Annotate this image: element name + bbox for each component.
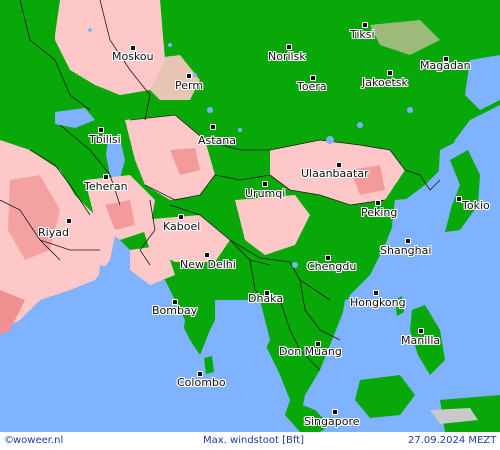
city-label-moskou: Moskou bbox=[112, 50, 154, 63]
brand-link[interactable]: woweer.nl bbox=[13, 435, 63, 446]
city-marker-astana bbox=[210, 124, 216, 130]
city-label-peking: Peking bbox=[361, 206, 398, 219]
city-label-shanghai: Shanghai bbox=[380, 244, 432, 257]
city-label-colombo: Colombo bbox=[177, 376, 226, 389]
city-label-norilsk: Norilsk bbox=[268, 50, 306, 63]
city-label-jakoetsk: Jakoetsk bbox=[362, 76, 408, 89]
city-label-chengdu: Chengdu bbox=[307, 260, 357, 273]
city-label-magadan: Magadan bbox=[420, 59, 471, 72]
city-label-toera: Toera bbox=[297, 80, 327, 93]
city-label-teheran: Teheran bbox=[84, 180, 128, 193]
map-footer: © woweer.nl Max. windstoot [Bft] 27.09.2… bbox=[0, 432, 500, 450]
city-label-bombay: Bombay bbox=[152, 304, 198, 317]
map-date: 27.09.2024 MEZT bbox=[408, 435, 497, 446]
city-label-urumqi: Urumqi bbox=[245, 187, 286, 200]
map-title: Max. windstoot [Bft] bbox=[203, 435, 305, 446]
city-label-kaboel: Kaboel bbox=[163, 220, 201, 233]
city-marker-riyad bbox=[66, 218, 72, 224]
city-label-perm: Perm bbox=[175, 79, 204, 92]
city-label-tiksi: Tiksi bbox=[350, 28, 375, 41]
city-label-riyad: Riyad bbox=[38, 226, 69, 239]
city-label-tbilisi: Tbilisi bbox=[89, 133, 121, 146]
map-widget: Moskou Norilsk Tiksi Magadan Perm Toera … bbox=[0, 0, 500, 450]
city-label-new-delhi: New Delhi bbox=[180, 258, 236, 271]
city-label-ulaanbaatar: Ulaanbaatar bbox=[301, 167, 369, 180]
city-label-tokio: Tokio bbox=[462, 199, 490, 212]
city-label-dhaka: Dhaka bbox=[248, 292, 284, 305]
city-label-don-muang: Don Muang bbox=[279, 345, 342, 358]
city-label-singapore: Singapore bbox=[304, 415, 360, 428]
city-label-hongkong: Hongkong bbox=[350, 296, 406, 309]
city-label-astana: Astana bbox=[198, 134, 237, 147]
city-label-manilla: Manilla bbox=[401, 334, 441, 347]
